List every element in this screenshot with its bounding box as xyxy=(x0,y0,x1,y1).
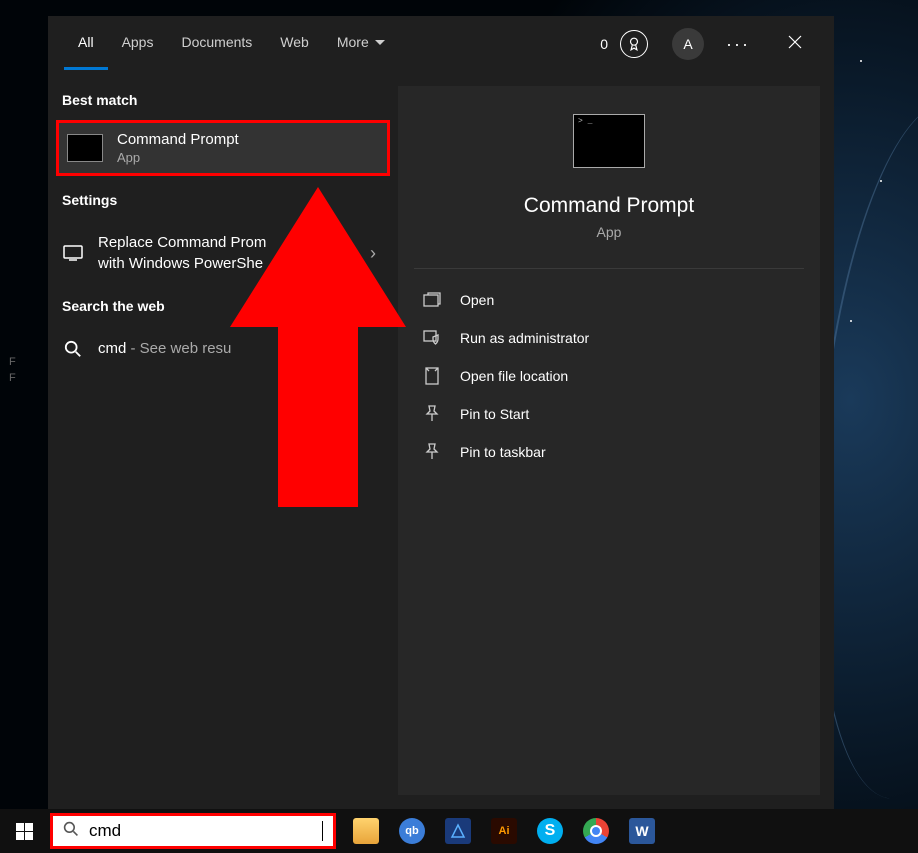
taskbar-app-word[interactable]: W xyxy=(620,809,664,853)
panel-header: All Apps Documents Web More 0 A ··· xyxy=(48,16,834,72)
taskbar: qb Ai S W xyxy=(0,809,918,853)
action-pin-start-label: Pin to Start xyxy=(460,406,529,422)
action-open-location-label: Open file location xyxy=(460,368,568,384)
filter-tabs: All Apps Documents Web More xyxy=(64,18,600,70)
tab-documents[interactable]: Documents xyxy=(167,18,266,70)
tab-more-label: More xyxy=(337,34,369,50)
file-explorer-icon xyxy=(353,818,379,844)
action-run-admin-label: Run as administrator xyxy=(460,330,589,346)
app-preview-icon xyxy=(573,114,645,168)
text-cursor xyxy=(322,821,323,841)
command-prompt-icon xyxy=(67,134,103,162)
settings-result-text: Replace Command Prom with Windows PowerS… xyxy=(98,232,348,274)
qbittorrent-icon: qb xyxy=(399,818,425,844)
affinity-icon xyxy=(445,818,471,844)
illustrator-icon: Ai xyxy=(491,818,517,844)
best-match-subtitle: App xyxy=(117,150,239,165)
section-settings: Settings xyxy=(48,176,398,220)
word-icon: W xyxy=(629,818,655,844)
chevron-down-icon xyxy=(375,40,385,45)
desktop-fragment: F xyxy=(9,356,16,368)
section-search-web: Search the web xyxy=(48,286,398,326)
more-options-button[interactable]: ··· xyxy=(712,26,764,63)
search-icon xyxy=(62,340,84,358)
tab-apps[interactable]: Apps xyxy=(108,18,168,70)
best-match-title: Command Prompt xyxy=(117,131,239,148)
folder-location-icon xyxy=(422,367,442,385)
action-pin-start[interactable]: Pin to Start xyxy=(398,395,820,433)
best-match-item[interactable]: Command Prompt App xyxy=(56,120,390,176)
results-list: Best match Command Prompt App Settings R… xyxy=(48,72,398,809)
tab-all[interactable]: All xyxy=(64,18,108,70)
chevron-right-icon: › xyxy=(362,243,384,264)
taskbar-app-illustrator[interactable]: Ai xyxy=(482,809,526,853)
web-result-text: cmd - See web resu xyxy=(98,338,384,359)
rewards-icon[interactable] xyxy=(620,30,648,58)
taskbar-app-explorer[interactable] xyxy=(344,809,388,853)
section-best-match: Best match xyxy=(48,84,398,120)
action-pin-taskbar[interactable]: Pin to taskbar xyxy=(398,433,820,471)
tab-more[interactable]: More xyxy=(323,18,399,70)
header-actions: 0 A ··· xyxy=(600,26,826,63)
actions-list: Open Run as administrator Open file loca… xyxy=(398,269,820,483)
chrome-icon xyxy=(583,818,609,844)
pin-taskbar-icon xyxy=(422,443,442,461)
detail-title: Command Prompt xyxy=(398,194,820,218)
search-icon xyxy=(63,821,79,842)
tab-web[interactable]: Web xyxy=(266,18,323,70)
web-result-item[interactable]: cmd - See web resu xyxy=(48,326,398,371)
close-icon xyxy=(788,35,802,49)
start-button[interactable] xyxy=(0,809,48,853)
settings-result-item[interactable]: Replace Command Prom with Windows PowerS… xyxy=(48,220,398,286)
search-input[interactable] xyxy=(89,821,318,841)
taskbar-search-box[interactable] xyxy=(50,813,336,849)
search-results-panel: All Apps Documents Web More 0 A ··· Best… xyxy=(48,16,834,809)
rewards-count: 0 xyxy=(600,36,608,52)
taskbar-app-skype[interactable]: S xyxy=(528,809,572,853)
monitor-icon xyxy=(62,245,84,261)
taskbar-app-affinity[interactable] xyxy=(436,809,480,853)
windows-logo-icon xyxy=(16,823,33,840)
user-avatar[interactable]: A xyxy=(672,28,704,60)
desktop-fragment: F xyxy=(9,372,16,384)
admin-shield-icon xyxy=(422,329,442,347)
action-open-label: Open xyxy=(460,292,494,308)
skype-icon: S xyxy=(537,818,563,844)
action-run-admin[interactable]: Run as administrator xyxy=(398,319,820,357)
pin-start-icon xyxy=(422,405,442,423)
open-icon xyxy=(422,291,442,309)
detail-subtitle: App xyxy=(398,224,820,268)
taskbar-app-qbittorrent[interactable]: qb xyxy=(390,809,434,853)
close-button[interactable] xyxy=(772,27,818,62)
action-pin-taskbar-label: Pin to taskbar xyxy=(460,444,546,460)
action-open[interactable]: Open xyxy=(398,281,820,319)
detail-pane: Command Prompt App Open Run as admi xyxy=(398,72,834,809)
action-open-location[interactable]: Open file location xyxy=(398,357,820,395)
taskbar-app-chrome[interactable] xyxy=(574,809,618,853)
